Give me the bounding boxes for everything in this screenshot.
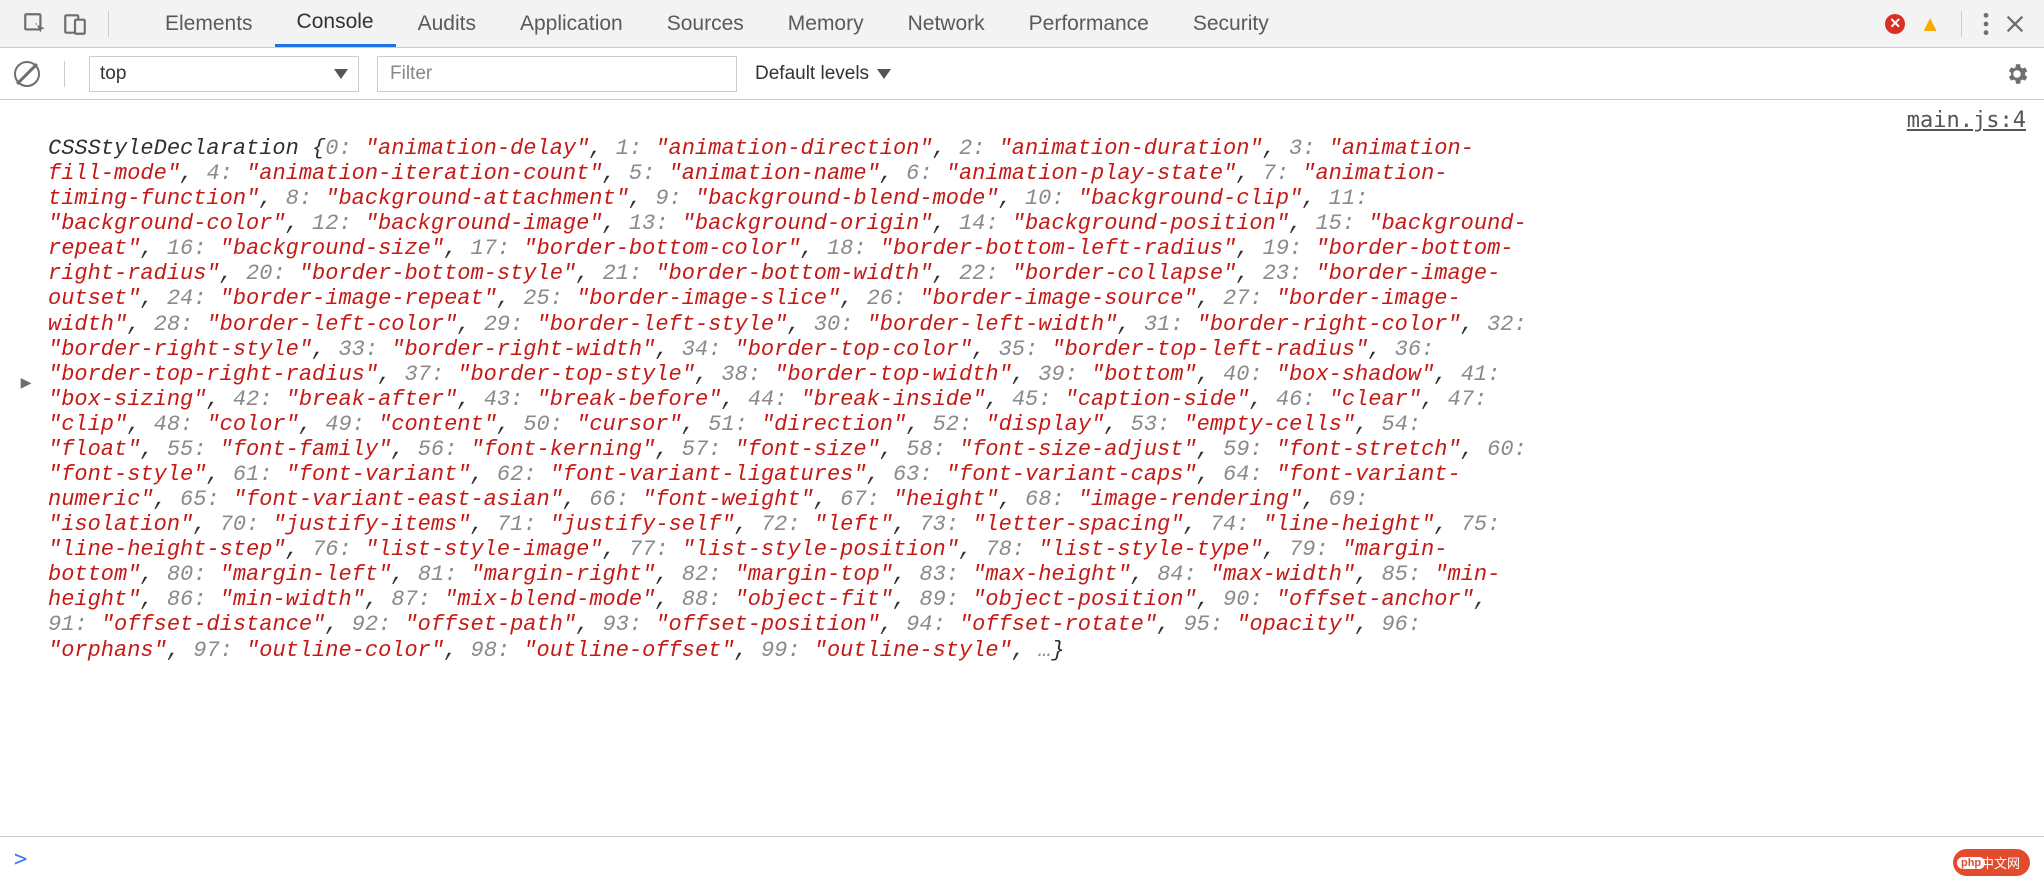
divider: [64, 61, 65, 87]
tab-elements[interactable]: Elements: [143, 0, 275, 47]
context-label: top: [100, 63, 126, 85]
tab-audits[interactable]: Audits: [396, 0, 498, 47]
log-levels-select[interactable]: Default levels: [755, 63, 891, 85]
expand-object-icon[interactable]: ▶: [14, 136, 38, 393]
error-indicator-icon[interactable]: ✕: [1885, 14, 1905, 34]
levels-label: Default levels: [755, 63, 869, 85]
close-devtools-icon[interactable]: [2004, 13, 2026, 35]
console-log-area: main.js:4 ▶ CSSStyleDeclaration {0: "ani…: [0, 100, 2044, 836]
warning-indicator-icon[interactable]: ▲: [1919, 11, 1941, 37]
execution-context-select[interactable]: top: [89, 56, 359, 92]
console-settings-icon[interactable]: [2004, 61, 2030, 87]
tab-performance[interactable]: Performance: [1007, 0, 1171, 47]
divider: [1961, 11, 1962, 37]
kebab-menu-icon[interactable]: [1982, 11, 1990, 37]
tab-security[interactable]: Security: [1171, 0, 1291, 47]
panel-tabs: ElementsConsoleAuditsApplicationSourcesM…: [143, 0, 1291, 47]
object-dump[interactable]: CSSStyleDeclaration {0: "animation-delay…: [48, 136, 1528, 663]
chevron-down-icon: [877, 69, 891, 79]
prompt-chevron-icon: >: [14, 847, 27, 872]
tab-memory[interactable]: Memory: [766, 0, 886, 47]
tabbar-left-icons: [10, 11, 127, 37]
tab-sources[interactable]: Sources: [645, 0, 766, 47]
source-link[interactable]: main.js:4: [1907, 108, 2026, 133]
console-prompt-bar[interactable]: >: [0, 836, 2044, 882]
tabbar-right-icons: ✕ ▲: [1877, 11, 2034, 37]
toggle-device-icon[interactable]: [62, 11, 88, 37]
console-toolbar: top Default levels: [0, 48, 2044, 100]
watermark-badge: 中文网: [1953, 849, 2030, 876]
filter-input[interactable]: [377, 56, 737, 92]
clear-console-icon[interactable]: [14, 61, 40, 87]
tab-network[interactable]: Network: [886, 0, 1007, 47]
inspect-element-icon[interactable]: [22, 11, 48, 37]
tab-console[interactable]: Console: [275, 0, 396, 47]
chevron-down-icon: [334, 69, 348, 79]
devtools-tabbar: ElementsConsoleAuditsApplicationSourcesM…: [0, 0, 2044, 48]
tab-application[interactable]: Application: [498, 0, 645, 47]
divider: [108, 11, 109, 37]
log-entry: ▶ CSSStyleDeclaration {0: "animation-del…: [14, 108, 2030, 663]
